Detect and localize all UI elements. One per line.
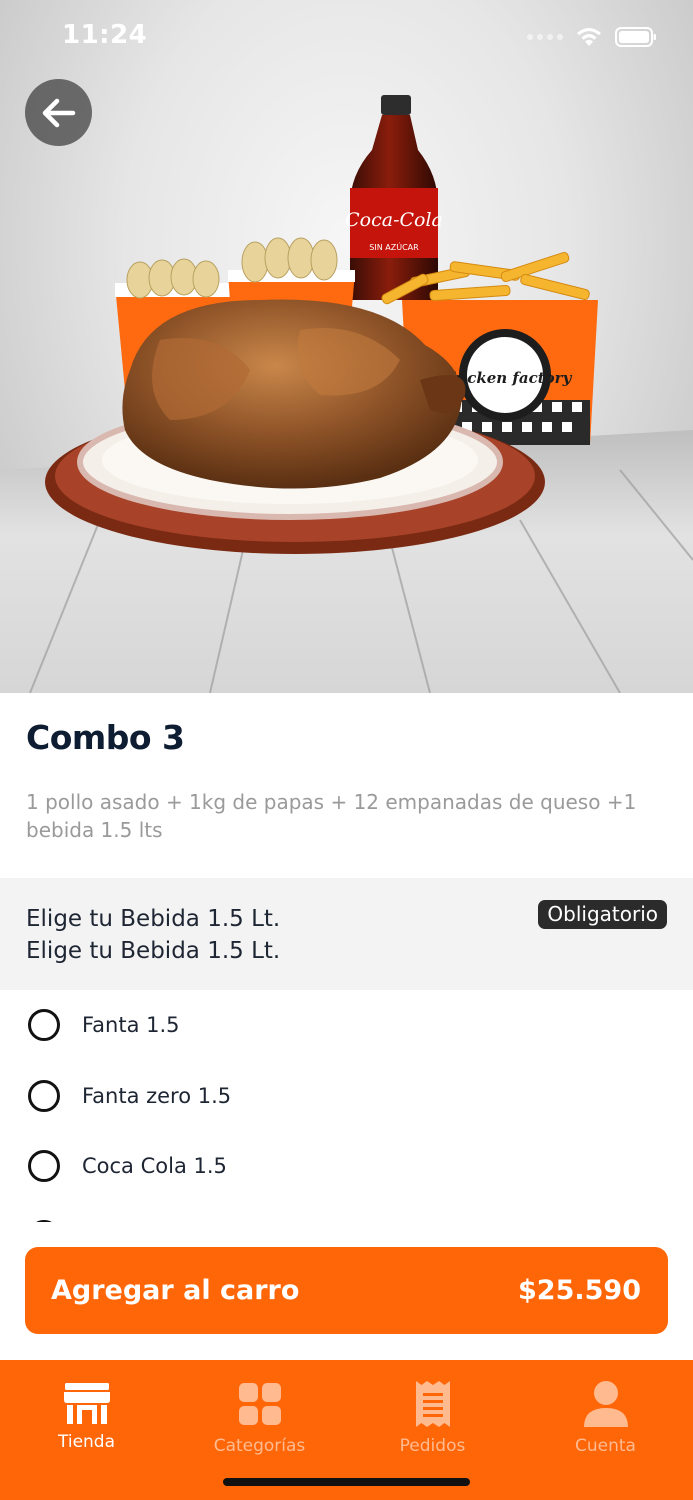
tab-pedidos[interactable]: Pedidos <box>346 1360 519 1470</box>
tab-categorias[interactable]: Categorías <box>173 1360 346 1470</box>
option-group-header: Elige tu Bebida 1.5 Lt. Elige tu Bebida … <box>0 878 693 990</box>
arrow-left-icon <box>42 98 75 127</box>
radio-button[interactable] <box>28 1080 60 1112</box>
product-image: Coca-Cola SIN AZÚCAR Chicken factory 11:… <box>0 0 693 693</box>
receipt-icon <box>415 1381 450 1427</box>
product-name: Combo 3 <box>26 718 185 757</box>
option-label: Coca Cola 1.5 <box>82 1154 227 1178</box>
add-to-cart-label: Agregar al carro <box>51 1275 300 1306</box>
status-icons <box>527 26 657 48</box>
grid-icon <box>238 1383 281 1425</box>
cart-footer: Agregar al carro $25.590 <box>0 1222 693 1360</box>
svg-text:SIN AZÚCAR: SIN AZÚCAR <box>369 241 419 252</box>
option-fanta[interactable]: Fanta 1.5 <box>28 1005 180 1045</box>
tab-label: Categorías <box>213 1436 306 1456</box>
radio-button[interactable] <box>28 1009 60 1041</box>
option-label: Fanta 1.5 <box>82 1013 180 1037</box>
option-label: Fanta zero 1.5 <box>82 1084 232 1108</box>
svg-text:Coca-Cola: Coca-Cola <box>345 209 443 231</box>
battery-icon <box>615 27 656 47</box>
status-time: 11:24 <box>62 20 148 50</box>
store-icon <box>63 1383 110 1424</box>
tab-label: Cuenta <box>575 1436 636 1456</box>
tab-label: Tienda <box>57 1432 116 1452</box>
price-label: $25.590 <box>518 1275 641 1306</box>
option-list[interactable]: Fanta 1.5 Fanta zero 1.5 Coca Cola 1.5 <box>0 990 693 1222</box>
product-photo: Coca-Cola SIN AZÚCAR Chicken factory <box>0 95 693 693</box>
wifi-icon <box>577 28 601 46</box>
option-group-title-line-2: Elige tu Bebida 1.5 Lt. <box>26 938 281 964</box>
option-group-title: Elige tu Bebida 1.5 Lt. Elige tu Bebida … <box>26 903 280 967</box>
option-coca-cola[interactable]: Coca Cola 1.5 <box>28 1146 227 1186</box>
tab-cuenta[interactable]: Cuenta <box>519 1360 692 1470</box>
bottle: Coca-Cola SIN AZÚCAR <box>345 95 443 300</box>
radio-button[interactable] <box>28 1150 60 1182</box>
home-indicator <box>223 1478 470 1486</box>
product-description: 1 pollo asado + 1kg de papas + 12 empana… <box>26 790 637 842</box>
back-button[interactable] <box>25 79 92 146</box>
option-fanta-zero[interactable]: Fanta zero 1.5 <box>28 1076 231 1116</box>
add-to-cart-button[interactable]: Agregar al carro $25.590 <box>25 1247 668 1334</box>
tab-tienda[interactable]: Tienda <box>0 1360 173 1470</box>
cellular-signal-icon <box>527 34 563 40</box>
status-bar: 11:24 <box>0 0 693 78</box>
tab-label: Pedidos <box>399 1436 466 1456</box>
option-group-title-line-1: Elige tu Bebida 1.5 Lt. <box>26 906 281 932</box>
required-badge: Obligatorio <box>538 900 667 929</box>
user-icon <box>583 1381 628 1427</box>
